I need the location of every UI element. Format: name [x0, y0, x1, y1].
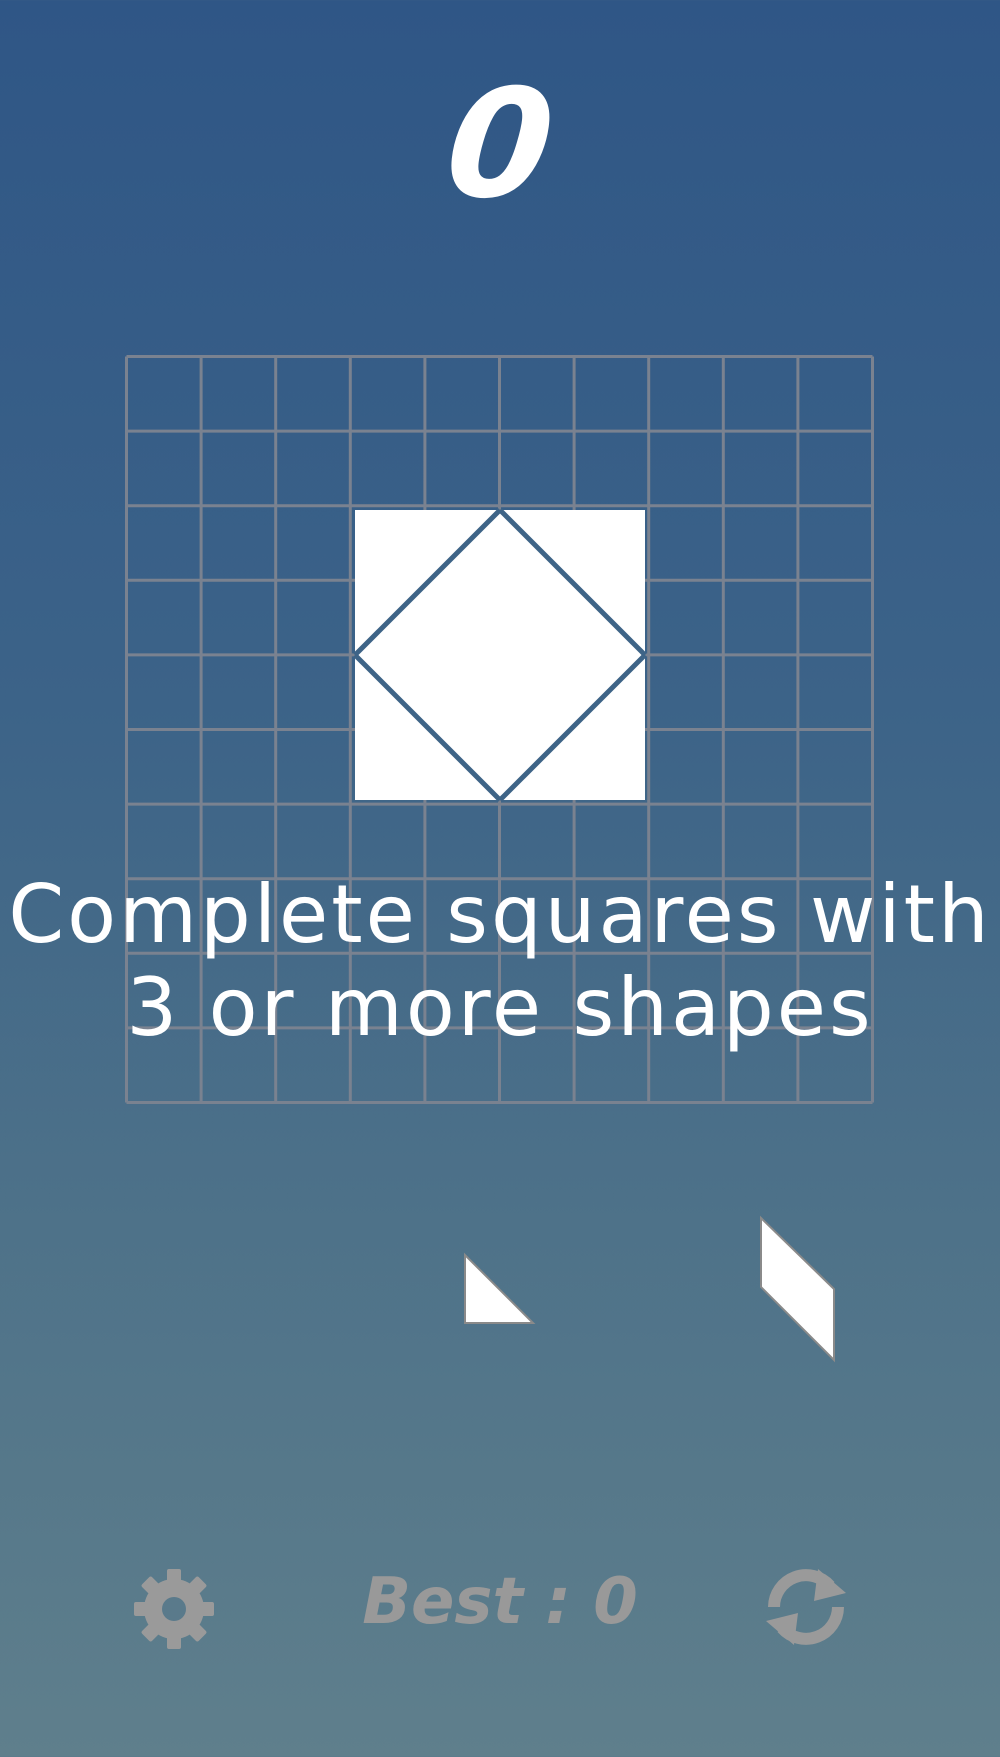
- hint-line-2: 3 or more shapes: [126, 961, 874, 1054]
- gear-icon[interactable]: [132, 1567, 216, 1651]
- score-display: 0: [438, 58, 562, 232]
- footer-bar: Best : 0: [0, 1550, 1000, 1660]
- best-score: Best : 0: [362, 1565, 638, 1639]
- tray-piece-triangle[interactable]: [462, 1252, 536, 1326]
- placed-pieces: [353, 508, 647, 802]
- tutorial-hint: Complete squares with 3 or more shapes: [0, 868, 1000, 1054]
- hint-line-1: Complete squares with: [8, 868, 992, 961]
- refresh-icon[interactable]: [762, 1563, 850, 1651]
- tray-piece-parallelogram[interactable]: [758, 1215, 840, 1363]
- placed-square: [355, 510, 645, 800]
